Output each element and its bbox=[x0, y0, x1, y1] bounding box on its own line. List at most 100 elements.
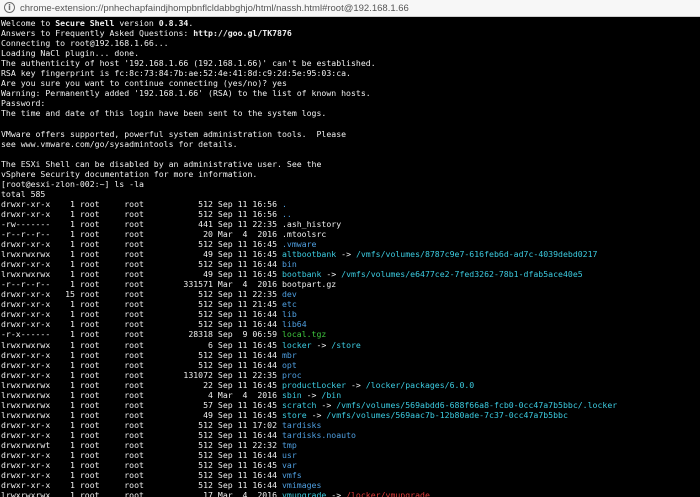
terminal-line: drwxr-xr-x 1 root root 512 Sep 11 16:44 … bbox=[1, 480, 617, 490]
terminal-text: lrwxrwxrwx 1 root root 57 Sep 11 16:45 bbox=[1, 399, 282, 410]
terminal-line: see www.vmware.com/go/sysadmintools for … bbox=[1, 139, 617, 149]
terminal-line: lrwxrwxrwx 1 root root 22 Sep 11 16:45 p… bbox=[1, 380, 617, 390]
terminal-text: 0.8.34 bbox=[158, 18, 189, 28]
terminal-text: usr bbox=[281, 450, 297, 461]
terminal-text: vSphere Security documentation for more … bbox=[1, 168, 258, 179]
terminal-line: drwxr-xr-x 1 root root 131072 Sep 11 22:… bbox=[1, 370, 617, 380]
terminal-text: The ESXi Shell can be disabled by an adm… bbox=[1, 158, 322, 169]
terminal-text: -> bbox=[306, 409, 327, 420]
terminal-text: /vmfs/volumes/e6477ce2-7fed3262-78b1-dfa… bbox=[341, 269, 583, 280]
terminal-text: total 585 bbox=[1, 188, 46, 199]
terminal-line: lrwxrwxrwx 1 root root 49 Sep 11 16:45 s… bbox=[1, 410, 617, 420]
terminal-text: . bbox=[281, 198, 287, 209]
terminal-text: vmimages bbox=[281, 480, 322, 491]
address-url[interactable]: chrome-extension://pnhechapfaindjhompbnf… bbox=[20, 2, 409, 15]
terminal-line: -rw------- 1 root root 441 Sep 11 22:35 … bbox=[1, 219, 617, 229]
terminal-line: VMware offers supported, powerful system… bbox=[1, 129, 617, 139]
terminal-text: drwxr-xr-x 1 root root 512 Sep 11 16:44 bbox=[1, 480, 282, 491]
terminal-text: -r--r--r-- 1 root root 331571 Mar 4 2016… bbox=[1, 279, 337, 290]
terminal[interactable]: Welcome to Secure Shell version 0.8.34. A… bbox=[0, 17, 700, 497]
terminal-line: lrwxrwxrwx 1 root root 6 Sep 11 16:45 lo… bbox=[1, 340, 617, 350]
terminal-line: drwxr-xr-x 1 root root 512 Sep 11 21:45 … bbox=[1, 299, 617, 309]
terminal-text: The time and date of this login have bee… bbox=[1, 108, 327, 119]
terminal-text: /locker/packages/6.0.0 bbox=[365, 379, 475, 390]
terminal-text: mbr bbox=[281, 349, 297, 360]
info-icon[interactable]: i bbox=[4, 2, 15, 13]
terminal-line: drwxr-xr-x 1 root root 512 Sep 11 16:44 … bbox=[1, 259, 617, 269]
terminal-text: The authenticity of host '192.168.1.66 (… bbox=[1, 58, 376, 69]
terminal-text: productLocker bbox=[281, 379, 347, 390]
terminal-line: lrwxrwxrwx 1 root root 57 Sep 11 16:45 s… bbox=[1, 400, 617, 410]
terminal-line: lrwxrwxrwx 1 root root 4 Mar 4 2016 sbin… bbox=[1, 390, 617, 400]
terminal-text: http://goo.gl/TK7876 bbox=[193, 28, 292, 39]
terminal-text: see www.vmware.com/go/sysadmintools for … bbox=[1, 138, 238, 149]
terminal-text: RSA key fingerprint is fc:8c:73:84:7b:ae… bbox=[1, 68, 351, 79]
terminal-text: drwxr-xr-x 1 root root 512 Sep 11 16:56 bbox=[1, 208, 282, 219]
terminal-text: lrwxrwxrwx 1 root root 6 Sep 11 16:45 bbox=[1, 339, 282, 350]
terminal-text: tmp bbox=[281, 439, 297, 450]
terminal-text: lrwxrwxrwx 1 root root 22 Sep 11 16:45 bbox=[1, 379, 282, 390]
terminal-output: Welcome to Secure Shell version 0.8.34. A… bbox=[1, 18, 617, 497]
terminal-text: tardisks.noauto bbox=[281, 429, 356, 440]
terminal-text: store bbox=[281, 409, 307, 420]
terminal-text: /vmfs/volumes/8787c9e7-616feb6d-ad7c-403… bbox=[355, 249, 598, 260]
terminal-line: lrwxrwxrwx 1 root root 17 Mar 4 2016 vmu… bbox=[1, 490, 617, 497]
terminal-line: drwxr-xr-x 15 root root 512 Sep 11 22:35… bbox=[1, 289, 617, 299]
terminal-line: Password: bbox=[1, 98, 617, 108]
terminal-line: vSphere Security documentation for more … bbox=[1, 169, 617, 179]
terminal-text: Password: bbox=[1, 98, 46, 109]
address-bar[interactable]: i chrome-extension://pnhechapfaindjhompb… bbox=[0, 0, 700, 17]
terminal-text: locker bbox=[281, 339, 312, 350]
terminal-line: Welcome to Secure Shell version 0.8.34. bbox=[1, 18, 617, 28]
terminal-text: tardisks bbox=[281, 419, 322, 430]
terminal-text: -> bbox=[326, 490, 347, 497]
terminal-text: etc bbox=[281, 299, 297, 310]
terminal-text: drwxr-xr-x 1 root root 512 Sep 11 16:45 bbox=[1, 460, 282, 471]
terminal-line: drwxr-xr-x 1 root root 512 Sep 11 16:44 … bbox=[1, 430, 617, 440]
terminal-line: drwxr-xr-x 1 root root 512 Sep 11 16:45 … bbox=[1, 239, 617, 249]
terminal-line: drwxr-xr-x 1 root root 512 Sep 11 16:56 … bbox=[1, 199, 617, 209]
terminal-text: lib bbox=[281, 309, 297, 320]
terminal-text: Answers to Frequently Asked Questions: bbox=[1, 28, 194, 39]
terminal-text: /bin bbox=[321, 389, 342, 400]
terminal-text: Connecting to root@192.168.1.66... bbox=[1, 38, 169, 49]
terminal-text: . bbox=[188, 18, 194, 28]
terminal-line: Loading NaCl plugin... done. bbox=[1, 48, 617, 58]
terminal-line: Warning: Permanently added '192.168.1.66… bbox=[1, 88, 617, 98]
terminal-text: local.tgz bbox=[281, 329, 327, 340]
terminal-text: -> bbox=[311, 339, 332, 350]
terminal-text: lrwxrwxrwx 1 root root 4 Mar 4 2016 bbox=[1, 389, 282, 400]
terminal-line: RSA key fingerprint is fc:8c:73:84:7b:ae… bbox=[1, 68, 617, 78]
terminal-line: drwxr-xr-x 1 root root 512 Sep 11 16:56 … bbox=[1, 209, 617, 219]
terminal-text: lib64 bbox=[281, 319, 307, 330]
terminal-text: Warning: Permanently added '192.168.1.66… bbox=[1, 88, 371, 99]
terminal-text: drwxr-xr-x 1 root root 512 Sep 11 16:44 bbox=[1, 429, 282, 440]
terminal-text: bootbank bbox=[281, 269, 322, 280]
terminal-text: drwxr-xr-x 1 root root 512 Sep 11 16:44 bbox=[1, 359, 282, 370]
terminal-text: VMware offers supported, powerful system… bbox=[1, 128, 347, 139]
terminal-text: .vmware bbox=[281, 239, 317, 250]
terminal-line: drwxr-xr-x 1 root root 512 Sep 11 16:44 … bbox=[1, 350, 617, 360]
terminal-text: vmfs bbox=[281, 470, 302, 481]
terminal-text: Secure Shell bbox=[55, 18, 115, 28]
terminal-text: -rw------- 1 root root 441 Sep 11 22:35 … bbox=[1, 218, 342, 229]
terminal-text: /vmfs/volumes/569abdd6-688f66a8-fcb0-0cc… bbox=[336, 399, 618, 410]
terminal-line: drwxr-xr-x 1 root root 512 Sep 11 17:02 … bbox=[1, 420, 617, 430]
terminal-text: -> bbox=[336, 249, 356, 260]
terminal-text: lrwxrwxrwx 1 root root 49 Sep 11 16:45 bbox=[1, 249, 282, 260]
terminal-line: lrwxrwxrwx 1 root root 49 Sep 11 16:45 b… bbox=[1, 269, 617, 279]
terminal-text: drwxr-xr-x 1 root root 512 Sep 11 16:44 bbox=[1, 450, 282, 461]
terminal-text: drwxr-xr-x 1 root root 512 Sep 11 16:44 bbox=[1, 319, 282, 330]
terminal-line: drwxrwxrwt 1 root root 512 Sep 11 22:32 … bbox=[1, 440, 617, 450]
terminal-line: The time and date of this login have bee… bbox=[1, 108, 617, 118]
terminal-line: drwxr-xr-x 1 root root 512 Sep 11 16:45 … bbox=[1, 460, 617, 470]
terminal-line: The authenticity of host '192.168.1.66 (… bbox=[1, 58, 617, 68]
terminal-line: drwxr-xr-x 1 root root 512 Sep 11 16:44 … bbox=[1, 309, 617, 319]
terminal-text: drwxr-xr-x 1 root root 512 Sep 11 16:44 bbox=[1, 470, 282, 481]
terminal-text: drwxr-xr-x 15 root root 512 Sep 11 22:35 bbox=[1, 289, 282, 300]
terminal-text: /vmfs/volumes/569aac7b-12b80ade-7c37-0cc… bbox=[326, 409, 568, 420]
terminal-line: Answers to Frequently Asked Questions: h… bbox=[1, 28, 617, 38]
terminal-text: proc bbox=[281, 369, 302, 380]
terminal-line: Are you sure you want to continue connec… bbox=[1, 78, 617, 88]
